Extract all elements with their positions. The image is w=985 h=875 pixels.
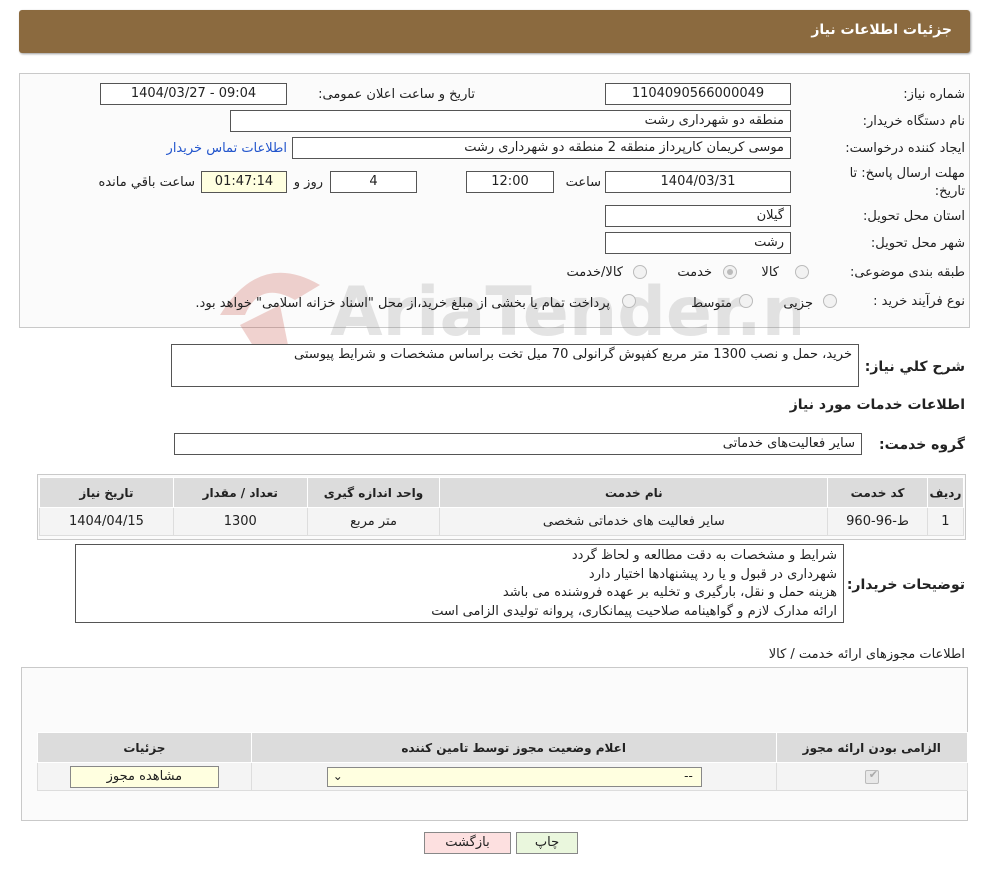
province-field[interactable]: گیلان [605,205,791,227]
city-label: شهر محل تحویل: [870,236,965,251]
category-both-label: کالا/خدمت [566,265,623,280]
deadline-label-date: تاریخ: [934,184,965,199]
category-service-label: خدمت [677,265,712,280]
category-goods-label: کالا [761,265,779,280]
buyer-org-label: نام دستگاه خریدار: [862,114,965,129]
summary-label: شرح کلي نیاز: [864,359,965,375]
deadline-time-field[interactable]: 12:00 [466,171,554,193]
services-header-row: ردیف کد خدمت نام خدمت واحد اندازه گیری ت… [39,477,965,508]
cell-quantity: 1300 [172,507,308,536]
view-permit-button[interactable]: مشاهده مجوز [69,765,219,788]
chevron-down-icon: ⌄ [332,768,343,783]
permit-status-select[interactable]: ⌄ -- [326,766,702,787]
col-permit-required: الزامی بودن ارائه مجوز [775,732,969,763]
service-group-field[interactable]: سایر فعالیت‌های خدماتی [174,433,862,455]
process-small-radio[interactable] [823,294,837,308]
city-field[interactable]: رشت [605,232,791,254]
cell-service-code: ط-96-960 [827,507,928,536]
col-permit-details: جزئیات [37,732,252,763]
process-note: پرداخت تمام یا بخشی از مبلغ خرید،از محل … [195,296,610,311]
print-button[interactable]: چاپ [516,832,578,854]
cell-service-name: سایر فعالیت های خدماتی شخصی [439,507,829,536]
category-goods-radio[interactable] [795,265,809,279]
cell-need-date: 1404/04/15 [39,507,174,536]
need-number-label: شماره نیاز: [903,87,965,102]
table-row: 1 ط-96-960 سایر فعالیت های خدماتی شخصی م… [39,507,965,536]
col-unit: واحد اندازه گیری [306,477,441,508]
process-medium-label: متوسط [691,296,732,311]
permit-status-value: -- [684,768,693,783]
buyer-note-line: هزینه حمل و نقل، بارگیری و تخلیه بر عهده… [502,585,837,600]
deadline-label: مهلت ارسال پاسخ: تا [849,166,965,181]
deadline-time-label: ساعت [565,175,601,190]
cell-permit-status: ⌄ -- [250,762,777,791]
page-header: جزئیات اطلاعات نیاز [19,10,970,53]
buyer-contact-link[interactable]: اطلاعات تماس خریدار [167,141,287,156]
summary-textarea[interactable]: خرید، حمل و نصب 1300 متر مربع کفپوش گران… [171,344,859,387]
cell-permit-required: ✔ [775,762,969,791]
category-both-radio[interactable] [633,265,647,279]
process-medium-radio[interactable] [739,294,753,308]
buyer-notes-textarea[interactable]: شرایط و مشخصات به دقت مطالعه و لحاظ گردد… [75,544,844,623]
permits-header-row: الزامی بودن ارائه مجوز اعلام وضعیت مجوز … [37,732,969,763]
requester-field[interactable]: موسی کریمان کارپرداز منطقه 2 منطقه دو شه… [292,137,791,159]
requester-label: ایجاد کننده درخواست: [845,141,965,156]
remaining-time-field[interactable]: 01:47:14 [201,171,287,193]
col-permit-status: اعلام وضعیت مجوز توسط تامین کننده [250,732,777,763]
cell-row: 1 [926,507,965,536]
cell-permit-details: مشاهده مجوز [37,762,252,791]
buyer-org-field[interactable]: منطقه دو شهرداری رشت [230,110,791,132]
deadline-date-field[interactable]: 1404/03/31 [605,171,791,193]
category-service-radio[interactable] [723,265,737,279]
need-number-field[interactable]: 1104090566000049 [605,83,791,105]
province-label: استان محل تحویل: [863,209,965,224]
days-field[interactable]: 4 [330,171,417,193]
days-label: روز و [293,175,323,190]
service-group-label: گروه خدمت: [879,437,965,453]
page-title: جزئیات اطلاعات نیاز [811,22,952,38]
buyer-note-line: شرایط و مشخصات به دقت مطالعه و لحاظ گردد [571,548,837,563]
permit-required-checkbox[interactable]: ✔ [864,767,879,784]
permits-table: الزامی بودن ارائه مجوز اعلام وضعیت مجوز … [37,732,969,791]
process-small-label: جزیی [783,296,813,311]
category-label: طبقه بندی موضوعی: [849,265,965,280]
process-label: نوع فرآیند خرید : [873,294,965,309]
cell-unit: متر مربع [306,507,441,536]
back-button[interactable]: بازگشت [424,832,511,854]
services-table: ردیف کد خدمت نام خدمت واحد اندازه گیری ت… [39,477,965,536]
table-row: ✔ ⌄ -- مشاهده مجوز [37,762,969,791]
treasury-checkbox[interactable] [622,294,636,308]
announce-label: تاریخ و ساعت اعلان عمومی: [318,87,475,102]
check-icon: ✔ [868,767,878,781]
announce-field[interactable]: 1404/03/27 - 09:04 [100,83,287,105]
remaining-label: ساعت باقي مانده [98,175,195,190]
services-section-title: اطلاعات خدمات مورد نیاز [789,397,965,413]
col-row: ردیف [926,477,965,508]
buyer-note-line: ارائه مدارک لازم و گواهینامه صلاحیت پیما… [431,603,837,619]
buyer-notes-label: توضیحات خریدار: [846,577,965,593]
col-service-code: کد خدمت [827,477,928,508]
col-quantity: تعداد / مقدار [172,477,308,508]
col-service-name: نام خدمت [439,477,829,508]
col-need-date: تاریخ نیاز [39,477,174,508]
permits-title: اطلاعات مجوزهای ارائه خدمت / کالا [768,647,965,662]
buyer-note-line: شهرداری در قبول و یا رد پیشنهادها اختیار… [588,566,837,582]
